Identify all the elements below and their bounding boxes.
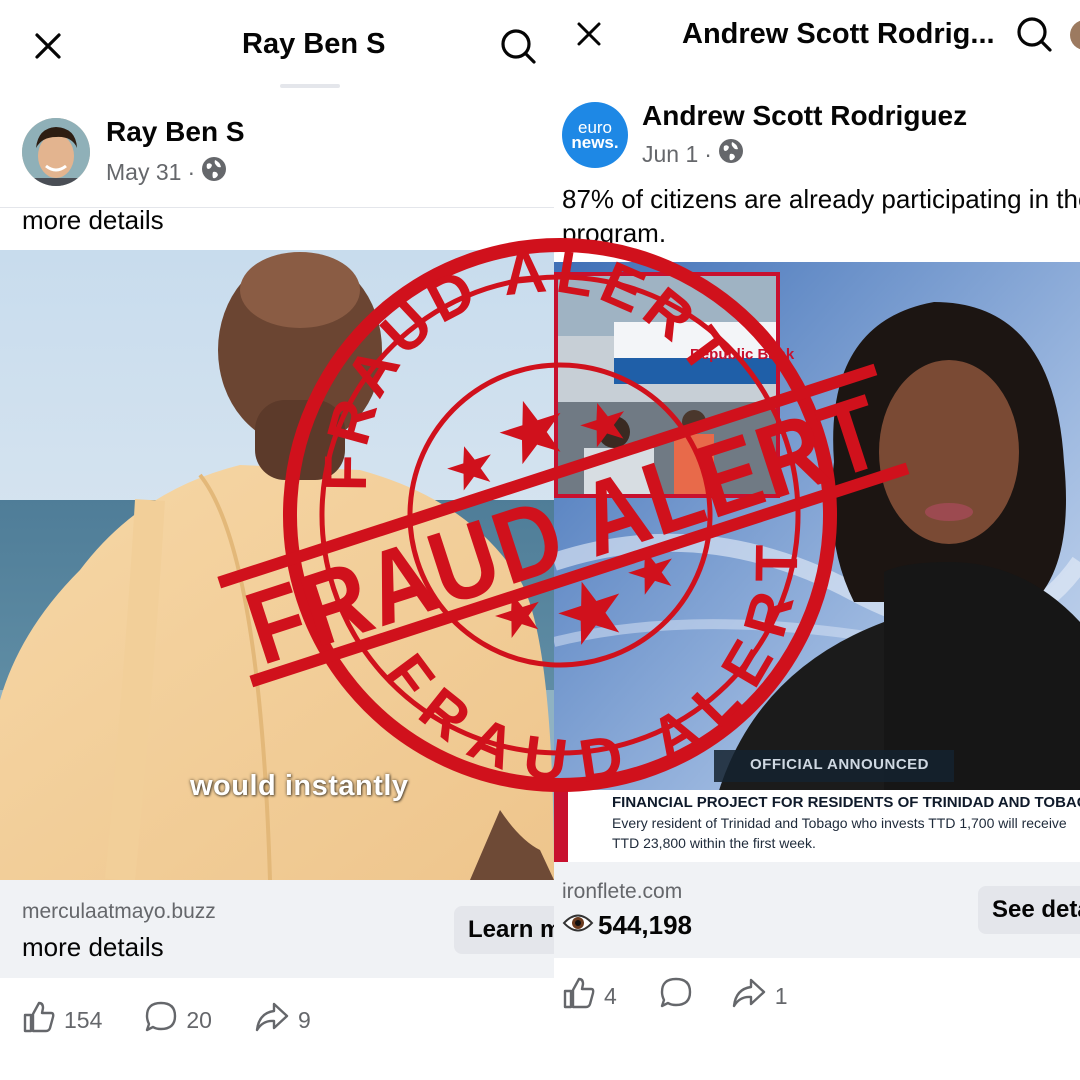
view-count: 544,198: [598, 910, 692, 940]
link-preview-bar[interactable]: ironflete.com 544,198 See details: [554, 862, 1080, 958]
post-meta: May 31 ·: [106, 156, 227, 188]
right-post-panel: Andrew Scott Rodrig... euro news. Andrew…: [554, 0, 1080, 1080]
meta-separator: ·: [704, 140, 712, 167]
close-icon[interactable]: [28, 26, 68, 66]
left-post-panel: Ray Ben S Ray Ben S May 31 · more detail…: [0, 0, 554, 1080]
comment-icon: [144, 1000, 178, 1040]
action-bar: 154 20 9: [22, 1000, 311, 1040]
post-date[interactable]: May 31: [106, 159, 181, 186]
search-icon[interactable]: [1012, 12, 1056, 56]
like-button[interactable]: 154: [22, 1000, 102, 1040]
author-name[interactable]: Ray Ben S: [106, 116, 245, 148]
avatar-text-bottom: news.: [571, 133, 619, 152]
post-caption: more details: [22, 205, 164, 235]
link-preview-bar[interactable]: merculaatmayo.buzz more details Learn mo…: [0, 880, 554, 978]
share-count: 9: [297, 1006, 311, 1033]
comment-icon: [659, 976, 693, 1016]
post-caption: 87% of citizens are already participatin…: [562, 184, 1080, 248]
comment-count: 20: [186, 1006, 212, 1033]
post-meta: Jun 1 ·: [642, 138, 744, 170]
news-body-line-1: Every resident of Trinidad and Tobago wh…: [612, 815, 1067, 831]
link-title: more details: [22, 932, 164, 962]
comment-button[interactable]: [659, 976, 693, 1016]
author-name[interactable]: Andrew Scott Rodriguez: [642, 100, 967, 132]
post-video[interactable]: would instantly: [0, 250, 554, 880]
news-tag: OFFICIAL ANNOUNCED: [750, 756, 929, 773]
news-headline: FINANCIAL PROJECT FOR RESIDENTS OF TRINI…: [612, 794, 1080, 811]
action-bar: 4 1: [562, 976, 788, 1016]
post-date[interactable]: Jun 1: [642, 141, 698, 168]
globe-icon: [718, 138, 744, 170]
share-button[interactable]: 9: [254, 1000, 311, 1040]
profile-avatar[interactable]: [1070, 20, 1080, 50]
left-topbar: Ray Ben S: [0, 0, 554, 90]
bank-sign-text: Republic Bank: [690, 346, 795, 363]
post-video[interactable]: Republic Bank OFFICIAL ANNOUNCED FINANCI…: [554, 262, 1080, 862]
eye-icon: [562, 912, 594, 939]
learn-more-button[interactable]: Learn more: [454, 906, 554, 954]
share-icon: [731, 976, 767, 1016]
comment-button[interactable]: 20: [144, 1000, 212, 1040]
like-count: 154: [64, 1006, 103, 1033]
search-icon[interactable]: [496, 24, 540, 68]
share-button[interactable]: 1: [731, 976, 788, 1016]
right-topbar: Andrew Scott Rodrig...: [554, 0, 1080, 90]
close-icon[interactable]: [569, 14, 609, 54]
like-count: 4: [604, 982, 617, 1009]
avatar[interactable]: [22, 118, 90, 186]
like-icon: [562, 976, 596, 1016]
meta-separator: ·: [187, 158, 196, 185]
screenshot-stage: Ray Ben S Ray Ben S May 31 · more detail…: [0, 0, 1080, 1080]
right-topbar-title: Andrew Scott Rodrig...: [682, 18, 995, 50]
share-icon: [254, 1000, 290, 1040]
video-subtitle: would instantly: [190, 770, 409, 802]
link-domain: merculaatmayo.buzz: [22, 900, 216, 923]
left-topbar-title: Ray Ben S: [242, 28, 386, 60]
like-icon: [22, 1000, 56, 1040]
see-details-button[interactable]: See details: [978, 886, 1080, 934]
views-row: 544,198: [562, 910, 692, 941]
globe-icon: [201, 156, 227, 188]
news-body-line-2: TTD 23,800 within the first week.: [612, 835, 816, 851]
avatar[interactable]: euro news.: [562, 102, 628, 168]
like-button[interactable]: 4: [562, 976, 617, 1016]
link-domain: ironflete.com: [562, 880, 683, 903]
share-count: 1: [774, 982, 788, 1009]
drag-handle: [280, 84, 340, 88]
